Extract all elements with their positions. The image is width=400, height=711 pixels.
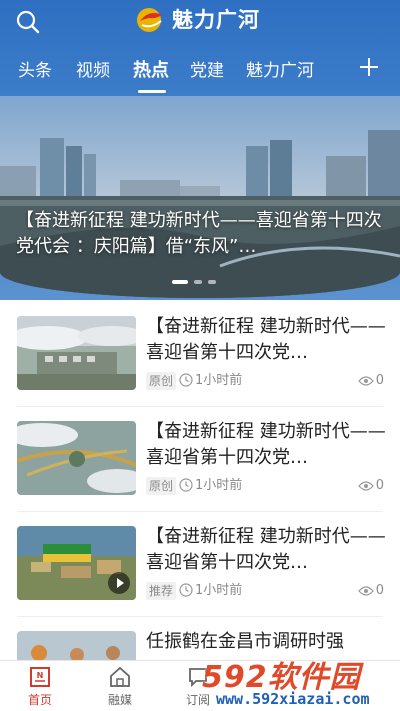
views-count: 0	[375, 478, 384, 493]
app-title: 魅力广河	[172, 8, 260, 32]
carousel-dot	[208, 280, 216, 284]
thumbnail-image	[17, 421, 136, 495]
carousel-dot-active	[172, 280, 188, 284]
news-title: 【奋进新征程 建功新时代——喜迎省第十四次党…	[146, 526, 386, 573]
eye-icon	[357, 376, 374, 386]
app-logo: 魅力广河	[134, 4, 260, 34]
add-channel-button[interactable]	[356, 52, 382, 82]
news-time: 1小时前	[195, 583, 243, 598]
news-thumbnail	[17, 631, 136, 660]
news-badge: 推荐	[146, 582, 177, 600]
tab-video[interactable]: 视频	[76, 56, 110, 81]
thumbnail-image	[17, 316, 136, 390]
tab-party-building[interactable]: 党建	[190, 56, 224, 81]
news-time: 1小时前	[195, 373, 243, 388]
news-meta: 原创 1小时前 0	[146, 477, 384, 497]
carousel-dot	[194, 280, 202, 284]
views-count: 0	[375, 373, 384, 388]
divider	[17, 616, 383, 617]
active-tab-indicator	[138, 90, 166, 93]
thumbnail-image	[17, 631, 136, 660]
nav-label: 首页	[27, 693, 52, 707]
carousel-indicator	[172, 280, 216, 284]
divider	[17, 511, 383, 512]
eye-icon	[357, 481, 374, 491]
divider	[17, 406, 383, 407]
tab-charm-guanghe[interactable]: 魅力广河	[246, 56, 314, 81]
clock-icon	[179, 583, 193, 597]
views-count: 0	[375, 583, 384, 598]
nav-label: 融媒	[107, 693, 132, 707]
title-bar: 魅力广河	[0, 0, 400, 44]
clock-icon	[179, 373, 193, 387]
news-title: 【奋进新征程 建功新时代——喜迎省第十四次党…	[146, 316, 386, 363]
svg-text:N: N	[37, 671, 44, 680]
banner-caption: 【奋进新征程 建功新时代——喜迎省第十四次党代会 ：庆阳篇】借“东风”…	[16, 210, 382, 257]
news-badge: 原创	[146, 372, 177, 390]
tab-headlines[interactable]: 头条	[18, 56, 52, 81]
channel-tabs: 头条 视频 热点 党建 魅力广河	[0, 50, 400, 90]
news-thumbnail	[17, 526, 136, 600]
eye-icon	[357, 586, 374, 596]
watermark: 592软件园 www.592xiazai.com	[196, 652, 400, 711]
tab-hot[interactable]: 热点	[133, 56, 169, 82]
news-time: 1小时前	[195, 478, 243, 493]
nav-home[interactable]: N 首页	[10, 665, 70, 711]
news-thumbnail	[17, 316, 136, 390]
header: 魅力广河 头条 视频 热点 党建 魅力广河 【奋进新征程 建功新时代——喜迎省第…	[0, 0, 400, 300]
nav-media[interactable]: 融媒	[90, 665, 150, 711]
news-badge: 原创	[146, 477, 177, 495]
search-button[interactable]	[14, 8, 42, 36]
news-meta: 推荐 1小时前 0	[146, 582, 384, 602]
video-play-button[interactable]	[108, 572, 130, 594]
clock-icon	[179, 478, 193, 492]
banner-image	[0, 96, 400, 298]
news-item[interactable]: 【奋进新征程 建功新时代——喜迎省第十四次党… 原创 1小时前 0	[0, 304, 400, 406]
search-icon	[16, 10, 40, 34]
banner-carousel[interactable]: 【奋进新征程 建功新时代——喜迎省第十四次党代会 ：庆阳篇】借“东风”…	[0, 96, 400, 298]
news-item[interactable]: 【奋进新征程 建功新时代——喜迎省第十四次党… 推荐 1小时前 0	[0, 514, 400, 616]
news-title: 【奋进新征程 建功新时代——喜迎省第十四次党…	[146, 421, 386, 468]
watermark-url: www.592xiazai.com	[216, 690, 370, 708]
news-thumbnail	[17, 421, 136, 495]
plus-icon	[360, 58, 378, 76]
logo-mark-icon	[137, 8, 162, 32]
news-item[interactable]: 【奋进新征程 建功新时代——喜迎省第十四次党… 原创 1小时前 0	[0, 409, 400, 511]
news-views: 0	[357, 372, 384, 390]
news-views: 0	[357, 477, 384, 495]
home-icon	[110, 666, 130, 687]
news-icon: N	[30, 667, 50, 687]
news-views: 0	[357, 582, 384, 600]
play-icon	[117, 578, 124, 588]
news-meta: 原创 1小时前 0	[146, 372, 384, 392]
